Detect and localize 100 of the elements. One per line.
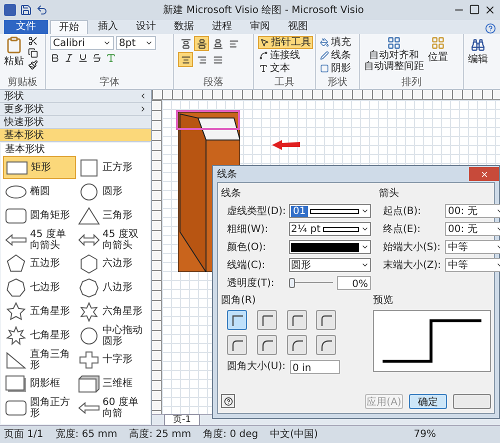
field-label: 圆角大小(U): [227, 360, 286, 374]
shape-item[interactable]: 七角星形 [3, 324, 76, 347]
slider-thumb[interactable] [289, 278, 295, 288]
corner-option[interactable] [316, 310, 336, 330]
transparency-field[interactable]: 0% [337, 276, 371, 290]
shape-icon [4, 302, 28, 322]
dropdown-field[interactable]: 00: 无 [445, 204, 500, 218]
corner-icon [231, 339, 243, 351]
corner-option[interactable] [256, 310, 277, 330]
corner-option[interactable] [286, 335, 306, 355]
font-color-icon[interactable] [106, 53, 116, 63]
panel-header[interactable]: 快速形状 [0, 116, 151, 129]
corner-icon [260, 314, 273, 326]
panel-header[interactable]: 更多形状 [0, 103, 151, 116]
dropdown-field[interactable]: 中等 [445, 258, 500, 272]
shape-item[interactable]: 直角三角形 [3, 348, 76, 371]
panel-header: 形状 [0, 90, 151, 103]
ribbon-tab[interactable]: 视图 [280, 20, 316, 34]
panel-header[interactable]: 基本形状 [0, 129, 151, 142]
shape-item[interactable]: 六边形 [76, 252, 148, 275]
shape-item[interactable]: 三维框 [76, 372, 148, 395]
font-size-field[interactable]: 8pt [116, 36, 156, 50]
strikethrough-icon[interactable] [92, 53, 102, 63]
shape-item[interactable]: 圆形 [76, 180, 148, 203]
shape-item[interactable]: 六角星形 [76, 300, 148, 323]
close-icon[interactable] [484, 4, 496, 16]
corner-size-field[interactable]: 0 in [290, 360, 340, 374]
maximize-icon[interactable] [469, 4, 480, 15]
corner-option[interactable] [316, 335, 336, 355]
tool-button[interactable]: 指针工具 [258, 36, 313, 49]
edit-button[interactable]: 编辑 [468, 38, 488, 67]
status-text: 高度: 25 mm [129, 428, 192, 442]
field-label: 线端(C): [227, 258, 266, 272]
shape-item[interactable]: 圆角正方形 [3, 396, 76, 419]
dropdown-field[interactable]: 中等 [445, 240, 500, 254]
dropdown-field[interactable]: 00: 无 [445, 222, 500, 236]
bold-icon[interactable] [50, 53, 60, 63]
collapse-icon[interactable] [139, 92, 147, 100]
section-title: 箭头 [379, 186, 400, 201]
corner-option[interactable] [256, 335, 277, 355]
undo-icon[interactable] [36, 4, 48, 16]
corner-option[interactable] [227, 335, 247, 355]
dialog-button[interactable]: 确定 [409, 394, 447, 408]
shape-item[interactable]: 阴影框 [3, 372, 76, 395]
shape-item[interactable]: 五边形 [3, 252, 76, 275]
tool-button[interactable]: 连接线 [258, 49, 313, 62]
underline-icon[interactable] [78, 53, 88, 63]
format-painter-icon[interactable] [28, 60, 38, 70]
dropdown-field[interactable]: 01 [289, 204, 371, 218]
color-dropdown[interactable] [289, 240, 371, 254]
shape-item[interactable]: 五角星形 [3, 300, 76, 323]
help-button[interactable] [221, 394, 235, 408]
shape-item[interactable]: 45 度双向箭头 [76, 228, 148, 251]
clipboard-icon [5, 36, 23, 54]
shape-item[interactable]: 椭圆 [3, 180, 76, 203]
ribbon-tab[interactable]: 开始 [50, 20, 88, 34]
tool-button[interactable]: 文本 [258, 62, 313, 75]
page-tab[interactable]: 页-1 [164, 414, 200, 426]
ribbon-tab[interactable]: 审阅 [242, 20, 278, 34]
ribbon-tab[interactable]: 数据 [166, 20, 202, 34]
status-text: 中文(中国) [270, 428, 318, 442]
shape-item[interactable]: 七边形 [3, 276, 76, 299]
dropdown-field[interactable]: 2¼ pt [289, 222, 371, 236]
shape-item[interactable]: 圆角矩形 [3, 204, 76, 227]
shape-style-button[interactable]: 阴影 [320, 62, 351, 75]
shape-icon [76, 350, 100, 370]
corner-option[interactable] [227, 310, 247, 330]
dialog-button[interactable] [453, 394, 491, 408]
shape-item[interactable]: 45 度单向箭头 [3, 228, 76, 251]
auto-align-button[interactable]: 自动对齐和 自动调整间距 [364, 36, 424, 72]
ribbon-tab[interactable]: 进程 [204, 20, 240, 34]
shape-style-button[interactable]: 线条 [320, 49, 351, 62]
copy-icon[interactable] [28, 48, 38, 58]
transparency-slider[interactable] [289, 278, 333, 288]
align-button[interactable] [194, 36, 209, 51]
shape-style-button[interactable]: 填充 [320, 36, 351, 49]
ribbon-tab[interactable]: 设计 [128, 20, 164, 34]
file-tab[interactable]: 文件 [4, 20, 48, 34]
shape-item[interactable]: 矩形 [3, 156, 76, 179]
italic-icon[interactable] [64, 53, 74, 63]
save-icon[interactable] [20, 4, 32, 16]
paste-button[interactable]: 粘贴 [4, 36, 24, 69]
corner-option[interactable] [286, 310, 306, 330]
ribbon-tab[interactable]: 插入 [90, 20, 126, 34]
group-label: 段落 [202, 77, 224, 89]
cut-icon[interactable] [28, 36, 38, 46]
chevron-right-icon [139, 105, 147, 113]
field-label: 末端大小(Z): [383, 258, 441, 272]
shape-item[interactable]: 十字形 [76, 348, 148, 371]
shape-item[interactable]: 60 度单向箭 [76, 396, 148, 419]
shape-item[interactable]: 三角形 [76, 204, 148, 227]
shape-item[interactable]: 八边形 [76, 276, 148, 299]
shape-item[interactable]: 正方形 [76, 156, 148, 179]
font-family-field[interactable]: Calibri [50, 36, 114, 50]
help-icon[interactable] [485, 23, 496, 34]
position-button[interactable]: 位置 [428, 36, 448, 65]
dropdown-field[interactable]: 圆形 [289, 258, 371, 272]
corner-icon [320, 339, 332, 351]
shape-item[interactable]: 中心拖动圆形 [76, 324, 148, 347]
align-button[interactable] [178, 52, 193, 67]
